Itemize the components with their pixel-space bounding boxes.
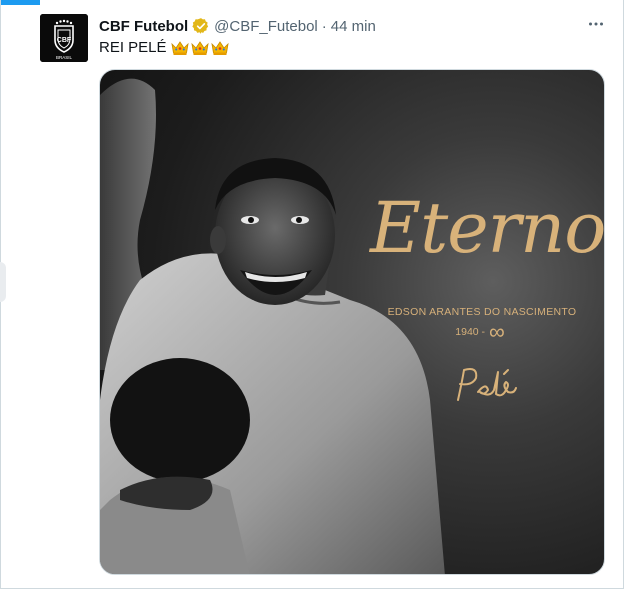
- tweet-timestamp[interactable]: 44 min: [331, 18, 376, 35]
- cbf-logo-icon: CBF BRASIL: [40, 14, 88, 62]
- tweet-body: REI PELÉ: [99, 39, 167, 56]
- crown-emoji-icon: [190, 41, 209, 55]
- tweet-media-image[interactable]: Eterno EDSON ARANTES DO NASCIMENTO 1940 …: [99, 69, 605, 575]
- lifespan-text: 1940 - ∞: [420, 319, 540, 344]
- infinity-symbol: ∞: [489, 319, 505, 344]
- headline-text: Eterno: [370, 187, 605, 269]
- birth-year: 1940 -: [455, 326, 486, 338]
- author-name[interactable]: CBF Futebol: [99, 18, 188, 35]
- crown-emoji-icon: [210, 41, 229, 55]
- verified-badge-icon[interactable]: [192, 17, 210, 35]
- crown-emojis: [170, 40, 229, 56]
- crown-emoji-icon: [170, 41, 189, 55]
- more-options-button[interactable]: [586, 14, 606, 34]
- tweet-header: CBF Futebol @CBF_Futebol · 44 min: [99, 16, 376, 36]
- scroll-handle[interactable]: [0, 262, 6, 302]
- pele-photo: [100, 78, 445, 574]
- separator-dot: ·: [321, 17, 327, 35]
- tweet-text: REI PELÉ: [99, 38, 229, 58]
- more-dots-icon: [589, 22, 603, 26]
- avatar[interactable]: CBF BRASIL: [40, 14, 88, 62]
- full-name-text: EDSON ARANTES DO NASCIMENTO: [387, 306, 577, 318]
- avatar-caption: BRASIL: [56, 55, 73, 60]
- author-handle[interactable]: @CBF_Futebol: [214, 18, 318, 35]
- svg-text:CBF: CBF: [57, 37, 72, 44]
- pele-signature-icon: [457, 368, 517, 401]
